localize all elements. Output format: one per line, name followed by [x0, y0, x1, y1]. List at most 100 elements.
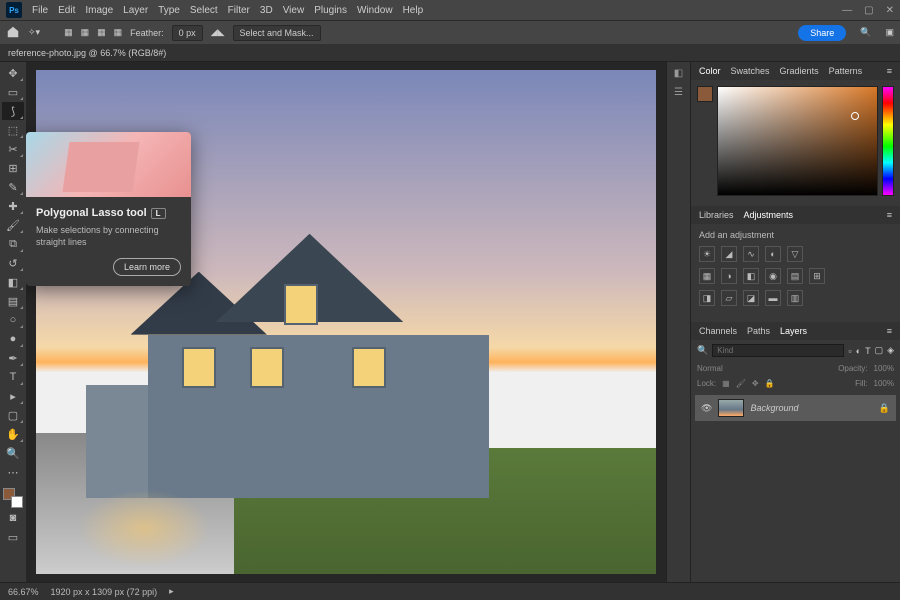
tool-preset-icon[interactable]: ✧▾ [28, 27, 40, 38]
maximize-icon[interactable]: ▢ [864, 5, 873, 16]
layer-filter-input[interactable] [712, 344, 844, 357]
minimize-icon[interactable]: — [842, 5, 852, 16]
object-select-tool[interactable]: ⬚ [2, 121, 24, 139]
panel-menu-icon[interactable]: ≡ [887, 210, 892, 220]
close-icon[interactable]: ✕ [886, 5, 894, 16]
adj-levels-icon[interactable]: ◢ [721, 246, 737, 262]
tab-gradients[interactable]: Gradients [780, 66, 819, 76]
blur-tool[interactable]: ○ [2, 311, 24, 329]
color-picker-field[interactable] [717, 86, 878, 196]
search-icon[interactable]: 🔍 [860, 27, 871, 38]
lock-icon[interactable]: 🔒 [879, 403, 890, 414]
selection-sub-icon[interactable]: ▦ [97, 27, 106, 38]
adj-hue-icon[interactable]: ▦ [699, 268, 715, 284]
pen-tool[interactable]: ✒ [2, 349, 24, 367]
healing-tool[interactable]: ✚ [2, 197, 24, 215]
menu-3d[interactable]: 3D [260, 5, 273, 16]
quick-mask-icon[interactable]: ◙ [2, 509, 24, 527]
tab-color[interactable]: Color [699, 66, 721, 76]
zoom-tool[interactable]: 🔍 [2, 444, 24, 462]
frame-tool[interactable]: ⊞ [2, 159, 24, 177]
menu-plugins[interactable]: Plugins [314, 5, 347, 16]
adj-balance-icon[interactable]: ◑ [721, 268, 737, 284]
filter-type-icon[interactable]: T [865, 346, 871, 356]
type-tool[interactable]: T [2, 368, 24, 386]
tab-swatches[interactable]: Swatches [731, 66, 770, 76]
shape-tool[interactable]: ▢ [2, 406, 24, 424]
marquee-tool[interactable]: ▭ [2, 83, 24, 101]
filter-smart-icon[interactable]: ◈ [887, 345, 894, 356]
menu-edit[interactable]: Edit [58, 5, 75, 16]
filter-adj-icon[interactable]: ◐ [856, 346, 861, 356]
selection-new-icon[interactable]: ▦ [64, 27, 73, 38]
adj-posterize-icon[interactable]: ▱ [721, 290, 737, 306]
adj-photo-filter-icon[interactable]: ◉ [765, 268, 781, 284]
menu-type[interactable]: Type [158, 5, 180, 16]
panel-menu-icon[interactable]: ≡ [887, 326, 892, 336]
path-select-tool[interactable]: ▸ [2, 387, 24, 405]
crop-tool[interactable]: ✂ [2, 140, 24, 158]
layer-name[interactable]: Background [750, 403, 798, 413]
tab-libraries[interactable]: Libraries [699, 210, 734, 220]
edit-toolbar[interactable]: ⋯ [2, 463, 24, 481]
color-swatches[interactable] [3, 488, 23, 508]
tab-patterns[interactable]: Patterns [829, 66, 863, 76]
layer-thumbnail[interactable] [718, 399, 744, 417]
adj-lookup-icon[interactable]: ⊞ [809, 268, 825, 284]
hue-slider[interactable] [882, 86, 894, 196]
eraser-tool[interactable]: ◧ [2, 273, 24, 291]
move-tool[interactable]: ✥ [2, 64, 24, 82]
opacity-value[interactable]: 100% [874, 364, 894, 373]
visibility-icon[interactable]: 👁 [701, 403, 712, 414]
stamp-tool[interactable]: ⧉ [2, 235, 24, 253]
history-brush-tool[interactable]: ↺ [2, 254, 24, 272]
tab-paths[interactable]: Paths [747, 326, 770, 336]
adj-vibrance-icon[interactable]: ▽ [787, 246, 803, 262]
zoom-level[interactable]: 66.67% [8, 587, 39, 597]
lasso-tool[interactable]: ⟆ [2, 102, 24, 120]
learn-more-button[interactable]: Learn more [113, 258, 181, 276]
adj-map-icon[interactable]: ▬ [765, 290, 781, 306]
menu-filter[interactable]: Filter [228, 5, 250, 16]
tab-channels[interactable]: Channels [699, 326, 737, 336]
canvas-area[interactable]: Polygonal Lasso toolL Make selections by… [26, 62, 666, 582]
menu-view[interactable]: View [283, 5, 305, 16]
adj-mixer-icon[interactable]: ▤ [787, 268, 803, 284]
menu-image[interactable]: Image [85, 5, 113, 16]
tab-layers[interactable]: Layers [780, 326, 807, 336]
adj-exposure-icon[interactable]: ◐ [765, 246, 781, 262]
lock-all-icon[interactable]: 🔒 [765, 379, 775, 388]
filter-shape-icon[interactable]: ▢ [875, 345, 884, 356]
menu-help[interactable]: Help [403, 5, 424, 16]
adj-invert-icon[interactable]: ◨ [699, 290, 715, 306]
adj-bw-icon[interactable]: ◧ [743, 268, 759, 284]
lock-transparent-icon[interactable]: ▦ [722, 379, 730, 388]
menu-window[interactable]: Window [357, 5, 393, 16]
lock-position-icon[interactable]: ✥ [752, 379, 759, 388]
hand-tool[interactable]: ✋ [2, 425, 24, 443]
history-panel-icon[interactable]: ◧ [674, 68, 683, 79]
dodge-tool[interactable]: ● [2, 330, 24, 348]
adj-curves-icon[interactable]: ∿ [743, 246, 759, 262]
lock-paint-icon[interactable]: 🖌 [736, 379, 746, 388]
workspace-icon[interactable]: ▣ [885, 27, 894, 38]
menu-layer[interactable]: Layer [123, 5, 148, 16]
selection-int-icon[interactable]: ▦ [114, 27, 123, 38]
tab-adjustments[interactable]: Adjustments [744, 210, 794, 220]
filter-icon[interactable]: 🔍 [697, 345, 708, 356]
document-tab[interactable]: reference-photo.jpg @ 66.7% (RGB/8#) [8, 48, 166, 58]
adj-brightness-icon[interactable]: ☀ [699, 246, 715, 262]
status-chevron-icon[interactable]: ▸ [169, 586, 174, 597]
filter-pixel-icon[interactable]: ▫ [848, 346, 851, 356]
properties-panel-icon[interactable]: ☰ [674, 87, 683, 98]
menu-select[interactable]: Select [190, 5, 218, 16]
anti-alias-icon[interactable]: ◢◣ [211, 27, 225, 38]
brush-tool[interactable]: 🖌 [2, 216, 24, 234]
eyedropper-tool[interactable]: ✎ [2, 178, 24, 196]
adj-selective-icon[interactable]: ▥ [787, 290, 803, 306]
foreground-color[interactable] [697, 86, 713, 102]
home-icon[interactable] [6, 25, 20, 41]
screen-mode-icon[interactable]: ▭ [2, 528, 24, 546]
blend-mode-select[interactable]: Normal [697, 364, 723, 373]
feather-value[interactable]: 0 px [172, 25, 203, 41]
